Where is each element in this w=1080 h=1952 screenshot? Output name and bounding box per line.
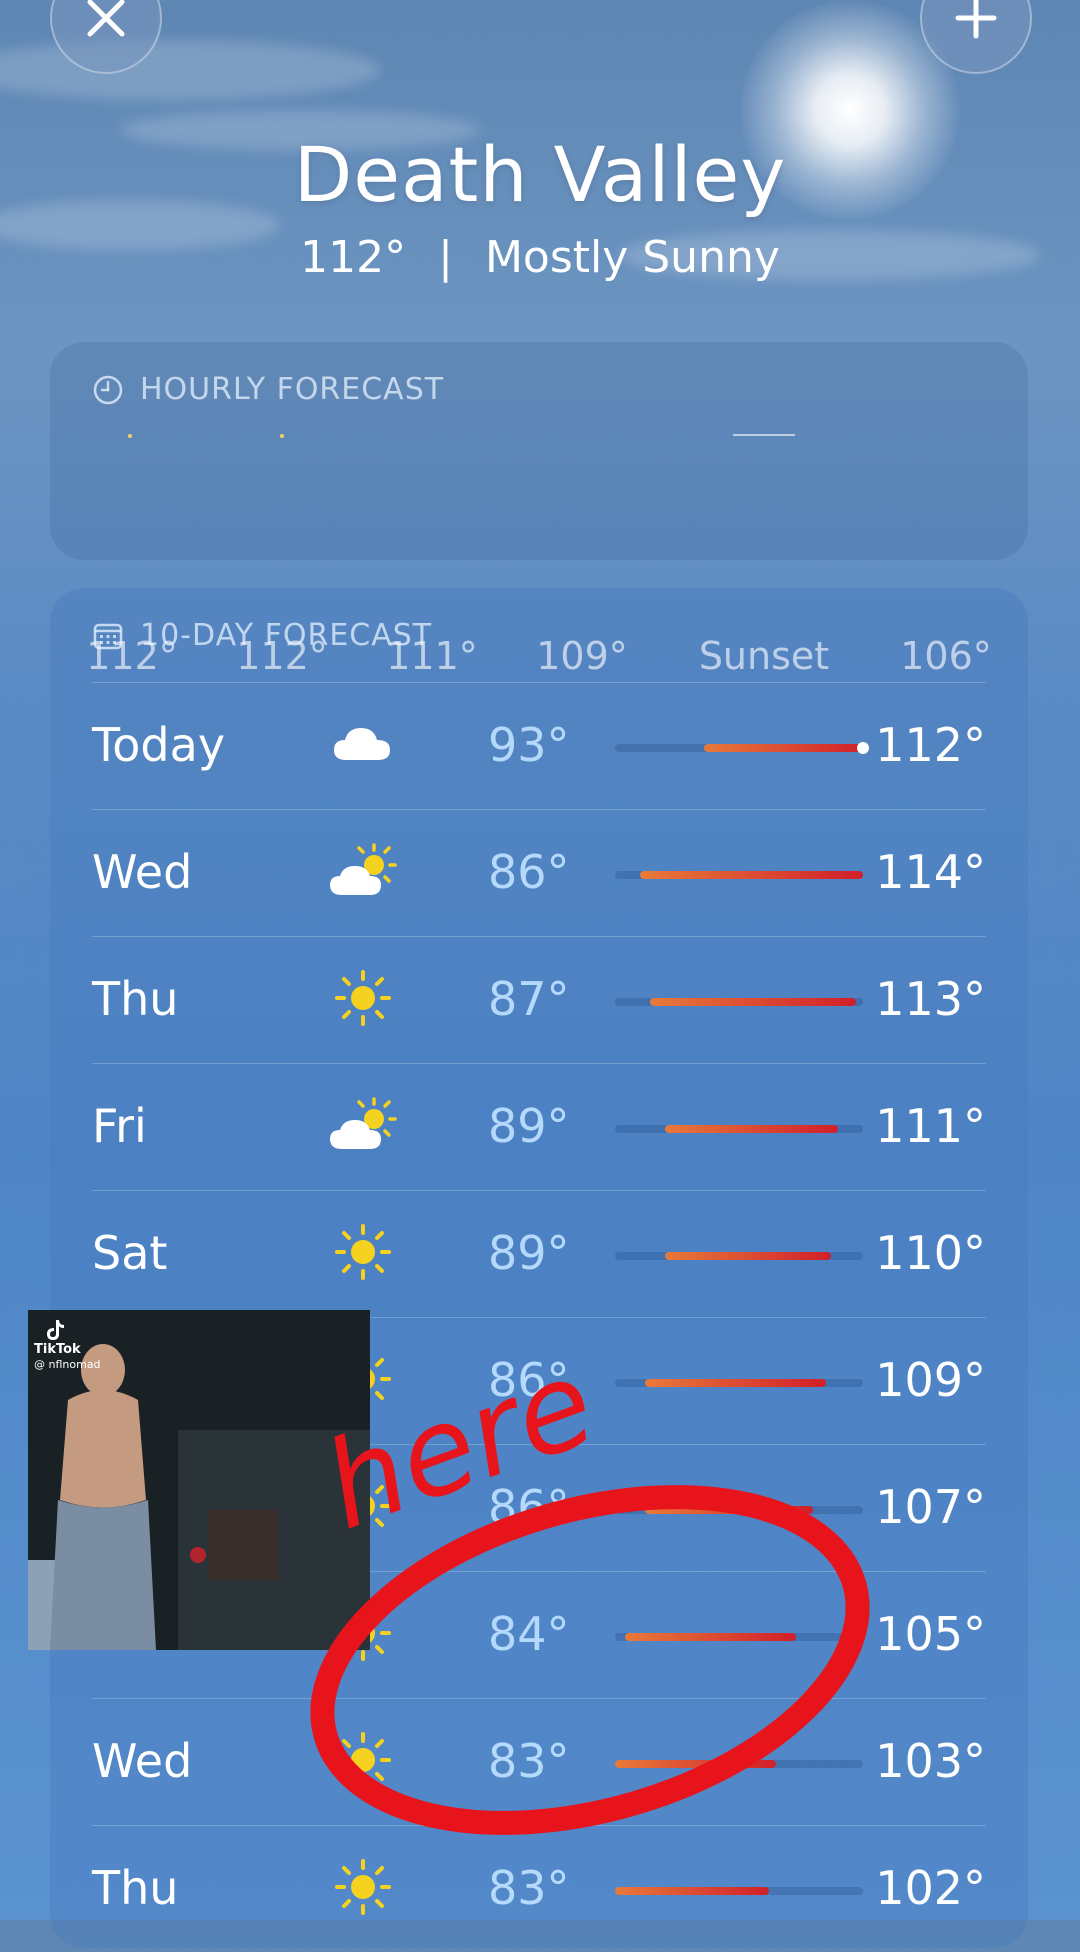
clock-icon (93, 375, 123, 404)
forecast-low: 83° (488, 1861, 570, 1915)
ten-day-forecast-header: 10-DAY FORECAST (92, 618, 432, 653)
temperature-range-bar (615, 1633, 863, 1641)
forecast-day: Thu (92, 1861, 179, 1915)
forecast-low: 87° (488, 972, 570, 1026)
temperature-range-bar (615, 871, 863, 879)
forecast-high: 112° (875, 718, 986, 772)
sun-icon (328, 1220, 398, 1284)
temperature-range-fill (664, 1252, 831, 1260)
temperature-range-bar (615, 1760, 863, 1768)
temperature-range-bar (615, 998, 863, 1006)
current-summary: 112° | Mostly Sunny (0, 232, 1080, 283)
forecast-high: 109° (875, 1353, 986, 1407)
temperature-range-fill (639, 871, 863, 879)
forecast-row[interactable]: Wed 83° 103° (92, 1698, 986, 1825)
forecast-low: 86° (488, 1480, 570, 1534)
current-temp-indicator (857, 742, 869, 754)
row-divider (92, 936, 986, 937)
temperature-range-bar (615, 1125, 863, 1133)
city-name: Death Valley (293, 130, 787, 219)
forecast-row[interactable]: Thu 87° 113° (92, 936, 986, 1063)
sun-icon (328, 1728, 398, 1792)
row-divider (92, 682, 986, 683)
temperature-range-fill (644, 1506, 814, 1514)
sunset-marker (733, 434, 795, 436)
temperature-range-fill (615, 1887, 769, 1895)
partly-sunny-icon (328, 839, 398, 903)
forecast-high: 105° (875, 1607, 986, 1661)
partly-sunny-icon (328, 1093, 398, 1157)
temperature-range-bar (615, 1252, 863, 1260)
hourly-forecast-header: HOURLY FORECAST (92, 372, 444, 407)
cloud-icon (328, 712, 398, 776)
forecast-row[interactable]: Fri 89° 111° (92, 1063, 986, 1190)
forecast-day: Thu (92, 972, 179, 1026)
forecast-high: 102° (875, 1861, 986, 1915)
calendar-icon (93, 623, 123, 649)
forecast-low: 93° (488, 718, 570, 772)
temperature-range-fill (624, 1633, 797, 1641)
row-divider (92, 1063, 986, 1064)
forecast-row[interactable]: Wed 86° 114° (92, 809, 986, 936)
sun-icon (328, 966, 398, 1030)
forecast-low: 89° (488, 1099, 570, 1153)
temperature-range-fill (644, 1379, 826, 1387)
ten-day-forecast-title: 10-DAY FORECAST (140, 618, 433, 653)
forecast-high: 110° (875, 1226, 986, 1280)
temperature-range-fill (664, 1125, 839, 1133)
forecast-high: 107° (875, 1480, 986, 1534)
temperature-range-fill (704, 744, 863, 752)
forecast-high: 113° (875, 972, 986, 1026)
row-divider (92, 809, 986, 810)
sun-icon (328, 1855, 398, 1919)
row-divider (92, 1825, 986, 1826)
forecast-day: Sat (92, 1226, 168, 1280)
tiktok-brand-label: TikTok (34, 1342, 81, 1357)
forecast-low: 86° (488, 1353, 570, 1407)
forecast-high: 103° (875, 1734, 986, 1788)
forecast-high: 111° (875, 1099, 986, 1153)
sky-cloud (0, 40, 380, 100)
forecast-low: 84° (488, 1607, 570, 1661)
temperature-range-bar (615, 1506, 863, 1514)
row-divider (92, 1698, 986, 1699)
hour-marker (280, 434, 284, 438)
forecast-low: 83° (488, 1734, 570, 1788)
ten-day-forecast-card[interactable]: 10-DAY FORECAST Today 93° 112° Wed 86° 114°… (50, 588, 1028, 1948)
temperature-range-fill (649, 998, 856, 1006)
close-icon (87, 0, 125, 37)
forecast-day: Today (92, 718, 226, 772)
hour-marker (128, 434, 132, 438)
forecast-day: Fri (92, 1099, 147, 1153)
forecast-low: 89° (488, 1226, 570, 1280)
current-condition: Mostly Sunny (484, 232, 780, 283)
forecast-row[interactable]: Sat 89° 110° (92, 1190, 986, 1317)
temperature-range-fill (615, 1760, 777, 1768)
forecast-row[interactable]: Thu 83° 102° (92, 1825, 986, 1952)
forecast-low: 86° (488, 845, 570, 899)
row-divider (92, 1190, 986, 1191)
hourly-forecast-title: HOURLY FORECAST (140, 372, 445, 407)
video-overlay[interactable]: TikTok @ nflnomad (28, 1310, 370, 1650)
forecast-day: Wed (92, 845, 193, 899)
forecast-row[interactable]: Today 93° 112° (92, 682, 986, 809)
plus-icon (955, 0, 997, 39)
current-temp: 112° (300, 232, 407, 283)
hourly-forecast-card[interactable]: HOURLY FORECAST 112° 112° 111° 109° Suns… (50, 342, 1028, 678)
forecast-day: Wed (92, 1734, 193, 1788)
tiktok-logo-icon (47, 1320, 64, 1340)
temperature-range-bar (615, 742, 869, 754)
forecast-high: 114° (875, 845, 986, 899)
temperature-range-bar (615, 1887, 863, 1895)
tiktok-handle: @ nflnomad (34, 1358, 101, 1371)
temperature-range-bar (615, 1379, 863, 1387)
summary-separator: | (438, 232, 453, 283)
